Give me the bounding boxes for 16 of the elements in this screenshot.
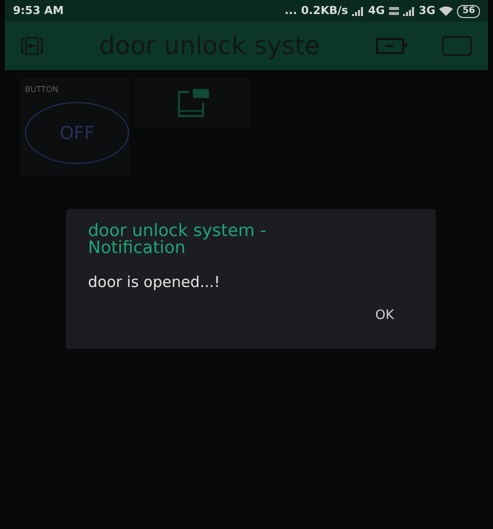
network-type: 3G [418, 2, 436, 19]
dialog-message: door is opened...! [88, 272, 222, 293]
notification-icon[interactable] [176, 89, 210, 117]
ok-button[interactable]: OK [375, 306, 394, 325]
wifi-icon [439, 6, 454, 16]
signal-icon [402, 6, 415, 16]
square-icon[interactable] [442, 36, 472, 56]
dialog-title: door unlock system - Notification [88, 223, 268, 257]
status-dots: ... [284, 2, 298, 19]
network-speed: 0.2KB/s [301, 2, 348, 19]
battery-indicator: 56 [457, 4, 480, 18]
widget-label: BUTTON [25, 84, 58, 96]
clock: 9:53 AM [13, 2, 64, 19]
exit-icon[interactable] [21, 37, 43, 55]
signal-icon [352, 6, 364, 16]
network-type: 4G [368, 2, 385, 19]
